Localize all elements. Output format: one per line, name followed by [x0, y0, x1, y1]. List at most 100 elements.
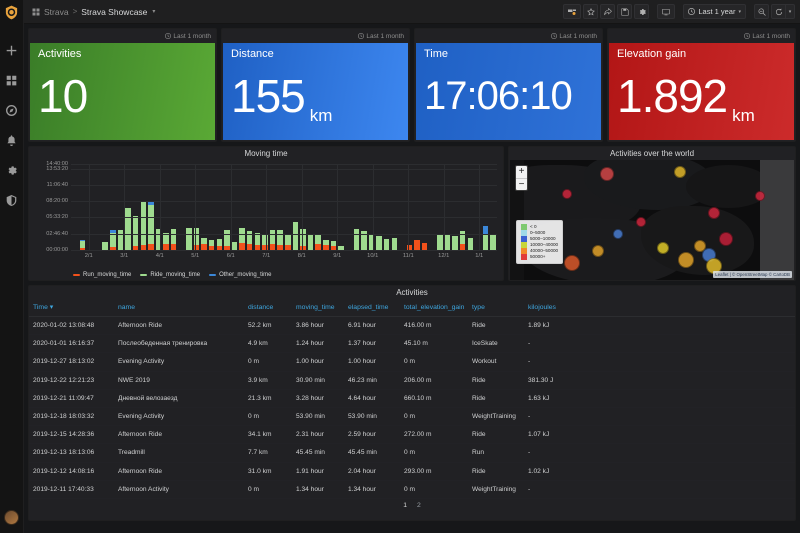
- y-gridline: [71, 250, 497, 251]
- stat-panel-header-distance: Last 1 month: [222, 29, 409, 43]
- table-header-total_elevation_gain[interactable]: total_elevation_gain: [400, 299, 468, 317]
- mark-favorite-button[interactable]: [583, 4, 599, 19]
- grafana-logo-icon[interactable]: [0, 0, 24, 24]
- stat-panel-header-time: Last 1 month: [415, 29, 602, 43]
- x-gridline: [195, 164, 197, 250]
- dashboard-breadcrumb-icon: [32, 8, 40, 16]
- map-legend: < 0 0–5000 5000–10000 10000–40000 40000–5000…: [516, 219, 564, 264]
- table-row[interactable]: 2019-12-13 18:13:06 Treadmill 7.7 km 45.45 …: [29, 443, 795, 463]
- table-cell-name: Дневной велозаезд: [114, 389, 244, 408]
- table-cell-elapsed_time: 1.34 hour: [344, 480, 400, 499]
- stat-panel-activities[interactable]: Last 1 month Activities 10: [28, 28, 217, 142]
- avatar[interactable]: [4, 510, 19, 525]
- map-marker[interactable]: [561, 188, 572, 199]
- table-cell-type: IceSkate: [468, 334, 524, 354]
- bar-segment: [292, 222, 299, 250]
- table-row[interactable]: 2019-12-15 14:28:36 Afternoon Ride 34.1 km…: [29, 425, 795, 445]
- breadcrumb-dashboard[interactable]: Strava Showcase: [81, 7, 147, 17]
- table-cell-elapsed_time: 2.04 hour: [344, 462, 400, 481]
- map-marker[interactable]: [754, 191, 765, 201]
- panel-title-moving-time: Moving time: [244, 149, 288, 158]
- table-cell-distance: 31.0 km: [244, 462, 292, 481]
- map-canvas[interactable]: + − < 0 0–5000 5000–10000 10000–40000 40000–…: [510, 160, 794, 280]
- table-cell-distance: 4.9 km: [244, 334, 292, 354]
- server-admin-icon[interactable]: [4, 192, 20, 208]
- refresh-interval-dropdown[interactable]: ▾: [786, 4, 795, 19]
- table-row[interactable]: 2019-12-18 18:03:32 Evening Activity 0 m 53…: [29, 407, 795, 427]
- table-cell-kilojoules: -: [524, 407, 795, 427]
- table-cell-total_elevation_gain: 0 m: [400, 352, 468, 372]
- graph-panel-moving-time[interactable]: Moving time 14:40:00 13:53:20 11:06:40 08:2…: [28, 146, 504, 281]
- alerting-icon[interactable]: [4, 132, 20, 148]
- table-cell-type: Ride: [468, 316, 524, 336]
- cycle-view-mode-button[interactable]: [657, 4, 676, 19]
- x-axis-tick-label: 3/1: [120, 253, 129, 259]
- legend-item[interactable]: Ride_moving_time: [140, 272, 200, 278]
- table-cell-elapsed_time: 6.91 hour: [344, 316, 400, 336]
- table-cell-distance: 0 m: [244, 480, 292, 499]
- map-marker[interactable]: [657, 241, 670, 254]
- table-panel-activities[interactable]: Activities Time ▾ name distance moving_time…: [28, 285, 796, 521]
- dashboard-settings-button[interactable]: [634, 4, 650, 19]
- table-header-moving_time[interactable]: moving_time: [292, 299, 344, 317]
- table-cell-type: Workout: [468, 352, 524, 372]
- map-marker[interactable]: [678, 251, 695, 268]
- table-cell-distance: 34.1 km: [244, 425, 292, 445]
- stat-panel-elevation-gain[interactable]: Last 1 month Elevation gain 1.892 km: [607, 28, 796, 142]
- table-cell-moving_time: 3.86 hour: [292, 316, 344, 336]
- table-header-kilojoules[interactable]: kilojoules: [524, 299, 795, 317]
- map-marker[interactable]: [599, 167, 614, 182]
- table-cell-type: Ride: [468, 425, 524, 445]
- map-zoom-out-button[interactable]: −: [516, 178, 527, 190]
- bar-segment: [482, 234, 489, 250]
- create-icon[interactable]: [4, 42, 20, 58]
- time-range-picker[interactable]: Last 1 year ▾: [683, 4, 746, 19]
- stat-panel-time[interactable]: Last 1 month Time 17:06:10: [414, 28, 603, 142]
- table-header-distance[interactable]: distance: [244, 299, 292, 317]
- bar: [239, 227, 245, 250]
- bar-chart: 14:40:00 13:53:20 11:06:40 08:20:00 05:33:20…: [46, 161, 497, 259]
- bar-segment: [269, 230, 276, 245]
- add-panel-button[interactable]: [563, 4, 582, 19]
- table-row[interactable]: 2020-01-02 13:08:48 Afternoon Ride 52.2 km…: [29, 316, 795, 336]
- table-row[interactable]: 2019-12-11 17:40:33 Afternoon Activity 0 m…: [29, 480, 795, 499]
- legend-item[interactable]: Run_moving_time: [73, 272, 131, 278]
- map-zoom-in-button[interactable]: +: [516, 166, 527, 178]
- table-header-type[interactable]: type: [468, 299, 524, 317]
- chevron-down-icon[interactable]: ▾: [152, 8, 155, 15]
- explore-icon[interactable]: [4, 102, 20, 118]
- table-cell-kilojoules: 1.02 kJ: [524, 462, 795, 481]
- table-cell-elapsed_time: 4.64 hour: [344, 389, 400, 408]
- configuration-icon[interactable]: [4, 162, 20, 178]
- stat-panel-distance[interactable]: Last 1 month Distance 155 km: [221, 28, 410, 142]
- zoom-out-time-button[interactable]: [754, 4, 769, 19]
- map-panel-activities[interactable]: Activities over the world + − < 0 0–5000…: [508, 146, 796, 281]
- table-header-elapsed_time[interactable]: elapsed_time: [344, 299, 400, 317]
- legend-item[interactable]: Other_moving_time: [209, 272, 271, 278]
- pagination-page-1[interactable]: 1: [403, 502, 407, 509]
- breadcrumb-separator: >: [72, 7, 78, 16]
- bar-segment: [132, 216, 139, 246]
- table-row[interactable]: 2020-01-01 16:16:37 Послеобеденная тренир…: [29, 334, 795, 354]
- map-marker[interactable]: [718, 232, 733, 247]
- save-dashboard-button[interactable]: [617, 4, 633, 19]
- bar: [201, 237, 207, 250]
- bar: [231, 241, 238, 250]
- table-header-name[interactable]: name: [114, 299, 244, 317]
- dashboards-icon[interactable]: [4, 72, 20, 88]
- refresh-dashboard-button[interactable]: [771, 4, 786, 19]
- table-row[interactable]: 2019-12-12 14:08:16 Afternoon Ride 31.0 km…: [29, 462, 795, 481]
- bar: [208, 240, 215, 250]
- table-row[interactable]: 2019-12-22 12:21:23 NWE 2019 3.9 km 30.90 m…: [29, 371, 795, 390]
- breadcrumb-folder[interactable]: Strava: [44, 7, 69, 17]
- table-row[interactable]: 2019-12-21 11:09:47 Дневной велозаезд 21.3…: [29, 389, 795, 408]
- share-dashboard-button[interactable]: [600, 4, 616, 19]
- map-marker[interactable]: [635, 217, 646, 228]
- table-header-time[interactable]: Time ▾: [29, 299, 114, 317]
- table-row[interactable]: 2019-12-27 18:13:02 Evening Activity 0 m 1.…: [29, 352, 795, 372]
- table-cell-elapsed_time: 53.90 min: [344, 407, 400, 427]
- bar: [353, 228, 359, 250]
- pagination-page-2[interactable]: 2: [417, 502, 421, 509]
- table-cell-time: 2019-12-12 14:08:16: [29, 462, 114, 481]
- panel-title-map: Activities over the world: [609, 149, 695, 158]
